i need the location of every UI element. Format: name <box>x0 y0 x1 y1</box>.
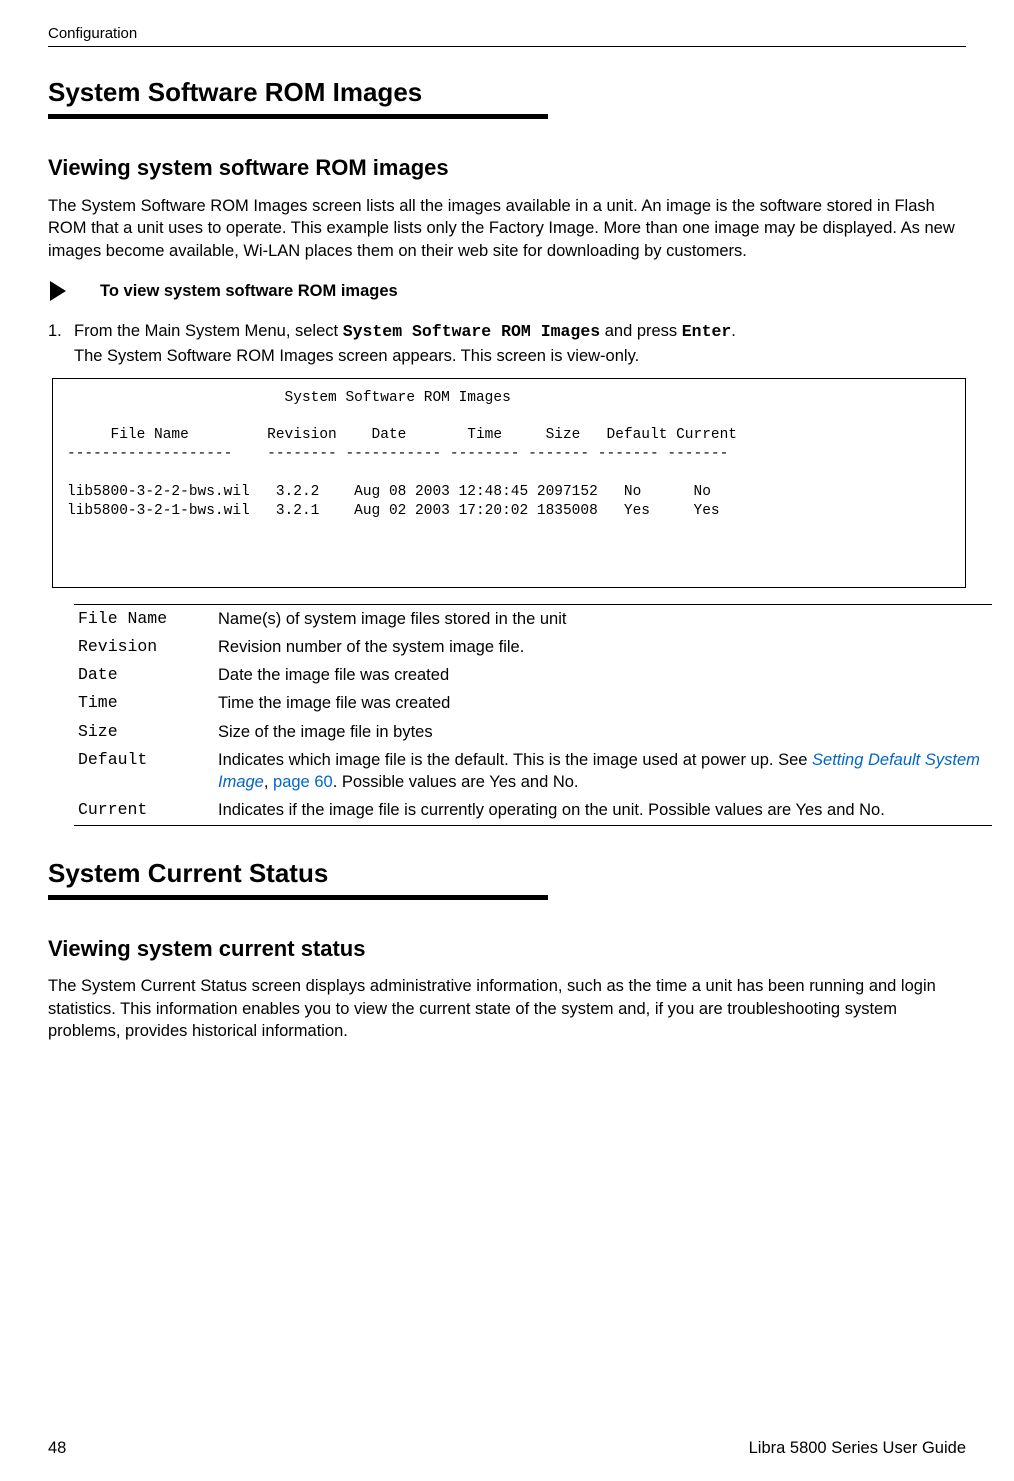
def-default-post: . Possible values are Yes and No. <box>333 773 579 791</box>
h2-subtitle: Viewing system software ROM images <box>48 153 966 183</box>
terminal-screen-box: System Software ROM Images File Name Rev… <box>52 378 966 588</box>
term-revision: Revision <box>74 633 214 661</box>
table-row: File Name Name(s) of system image files … <box>74 604 992 633</box>
section-system-software-rom-images: System Software ROM Images Viewing syste… <box>48 75 966 825</box>
page-footer: 48 Libra 5800 Series User Guide <box>48 1437 966 1459</box>
h1-title-2: System Current Status <box>48 856 966 891</box>
term-size: Size <box>74 718 214 746</box>
procedure-arrow-icon <box>48 280 72 302</box>
def-date: Date the image file was created <box>214 661 992 689</box>
intro-paragraph-2: The System Current Status screen display… <box>48 975 966 1042</box>
step-1: 1.From the Main System Menu, select Syst… <box>48 320 966 343</box>
field-definitions-table: File Name Name(s) of system image files … <box>74 604 992 826</box>
def-default-pre: Indicates which image file is the defaul… <box>218 751 812 769</box>
h1-title: System Software ROM Images <box>48 75 966 110</box>
h1-underline-bar <box>48 114 548 119</box>
procedure-title: To view system software ROM images <box>100 280 398 302</box>
term-date: Date <box>74 661 214 689</box>
step-text-post: . <box>731 322 736 340</box>
menu-item-text: System Software ROM Images <box>343 322 600 341</box>
key-name: Enter <box>682 322 732 341</box>
step-1-subtext: The System Software ROM Images screen ap… <box>48 345 966 367</box>
header-section-name: Configuration <box>48 25 137 42</box>
def-default: Indicates which image file is the defaul… <box>214 746 992 797</box>
intro-paragraph: The System Software ROM Images screen li… <box>48 195 966 262</box>
def-time: Time the image file was created <box>214 689 992 717</box>
table-row: Revision Revision number of the system i… <box>74 633 992 661</box>
h2-subtitle-2: Viewing system current status <box>48 934 966 964</box>
page-ref-link[interactable]: page 60 <box>273 773 333 791</box>
term-current: Current <box>74 796 214 825</box>
table-row: Size Size of the image file in bytes <box>74 718 992 746</box>
section-system-current-status: System Current Status Viewing system cur… <box>48 856 966 1043</box>
def-size: Size of the image file in bytes <box>214 718 992 746</box>
page-number: 48 <box>48 1437 66 1459</box>
table-row: Default Indicates which image file is th… <box>74 746 992 797</box>
table-row: Time Time the image file was created <box>74 689 992 717</box>
running-header: Configuration <box>48 22 966 47</box>
procedure-heading-row: To view system software ROM images <box>48 280 966 302</box>
step-number: 1. <box>48 320 74 342</box>
term-default: Default <box>74 746 214 797</box>
table-row: Current Indicates if the image file is c… <box>74 796 992 825</box>
def-file-name: Name(s) of system image files stored in … <box>214 604 992 633</box>
term-file-name: File Name <box>74 604 214 633</box>
step-text-mid: and press <box>600 322 682 340</box>
h1-underline-bar-2 <box>48 895 548 900</box>
def-current: Indicates if the image file is currently… <box>214 796 992 825</box>
step-text-pre: From the Main System Menu, select <box>74 322 343 340</box>
table-row: Date Date the image file was created <box>74 661 992 689</box>
def-revision: Revision number of the system image file… <box>214 633 992 661</box>
def-default-mid: , <box>264 773 273 791</box>
term-time: Time <box>74 689 214 717</box>
guide-title: Libra 5800 Series User Guide <box>749 1437 966 1459</box>
